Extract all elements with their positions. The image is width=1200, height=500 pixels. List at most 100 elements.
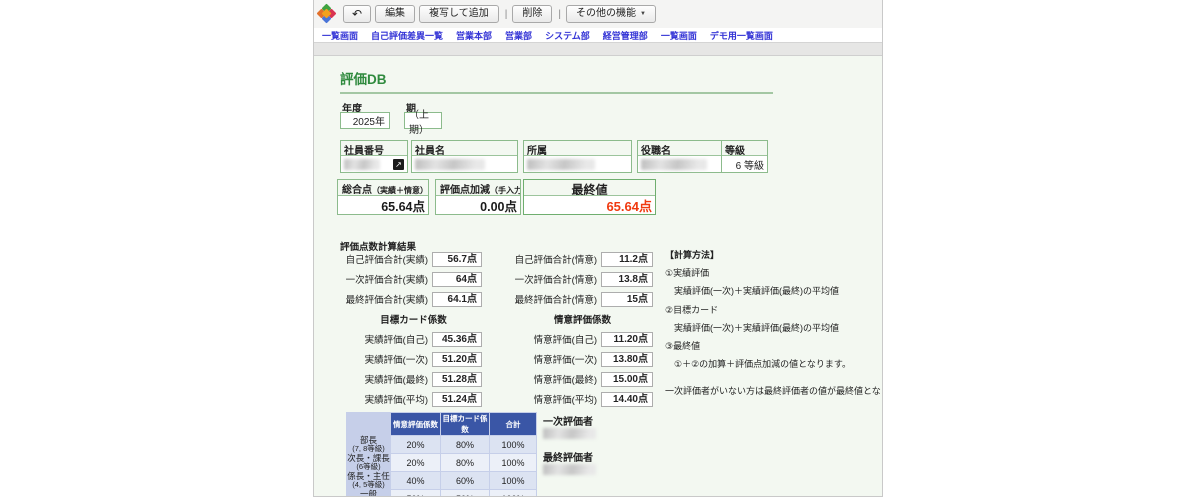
- col-header-total: 合計: [490, 413, 536, 435]
- final-value-label: 最終値: [571, 183, 608, 195]
- adjustment-value: 0.00点: [436, 195, 520, 214]
- calc-label: 情意評価(一次): [533, 355, 597, 366]
- calc-method-line: 実績評価(一次)＋実績評価(最終)の平均値: [665, 322, 839, 333]
- table-cell: 80%: [441, 454, 489, 471]
- employee-number-label: 社員番号: [344, 146, 384, 155]
- row-sublabel: (6等級): [356, 462, 381, 471]
- app-window: ↶ 編集 複写して追加 | 削除 | その他の機能 ▼ 一覧画面 自己評価差異一…: [313, 0, 883, 497]
- table-cell: 100%: [490, 454, 536, 471]
- row-sublabel: (4, 5等級): [352, 480, 385, 489]
- nav-link-admin-dept[interactable]: 経営管理部: [603, 29, 648, 42]
- attitude-coefficient-subheading: 情意評価係数: [553, 315, 611, 326]
- table-cell: 80%: [441, 436, 489, 453]
- calc-value-box: 64.1点: [432, 291, 482, 307]
- edit-button[interactable]: 編集: [375, 5, 416, 23]
- total-score-field: 総合点（実績＋情意） 65.64点: [337, 179, 429, 215]
- calc-label: 一次評価合計(情意): [514, 275, 597, 286]
- calc-value-box: 45.36点: [432, 331, 482, 347]
- toolbar-separator: |: [504, 8, 508, 20]
- more-functions-label: その他の機能: [575, 8, 636, 19]
- chevron-down-icon: ▼: [639, 11, 646, 17]
- grade-label: 等級: [725, 146, 745, 155]
- calc-label: 最終評価合計(情意): [514, 295, 597, 306]
- row-label: 一般: [359, 489, 377, 497]
- page-background: ↶ 編集 複写して追加 | 削除 | その他の機能 ▼ 一覧画面 自己評価差異一…: [0, 0, 1200, 500]
- app-logo-icon: [316, 3, 337, 24]
- calc-value-box: 13.80点: [601, 351, 653, 367]
- calc-results-grid: 自己評価合計(実績) 56.7点 自己評価合計(情意) 11.2点 一次評価合計…: [345, 251, 653, 407]
- table-cell: 100%: [490, 472, 536, 489]
- calc-method-line: ②目標カード: [665, 304, 719, 315]
- back-button[interactable]: ↶: [343, 5, 372, 23]
- table-row: 一般(1, 2, 3等級) 50% 50% 100%: [347, 490, 536, 496]
- department-field: 所属: [523, 140, 632, 173]
- nav-link-system-dept[interactable]: システム部: [545, 29, 590, 42]
- calc-label: 情意評価(自己): [533, 335, 597, 346]
- calc-value-box: 11.2点: [601, 251, 653, 267]
- table-corner-cell: [347, 413, 390, 435]
- calc-label: 実績評価(一次): [364, 355, 428, 366]
- open-record-link-icon[interactable]: ↗: [393, 158, 404, 170]
- masked-primary-evaluator: [543, 428, 596, 439]
- calc-value-box: 51.20点: [432, 351, 482, 367]
- total-score-label: 総合点: [342, 185, 372, 195]
- table-cell: 100%: [490, 436, 536, 453]
- calc-label: 自己評価合計(実績): [345, 255, 428, 266]
- collapsed-header-bar: [314, 42, 882, 56]
- nav-link-list[interactable]: 一覧画面: [322, 29, 358, 42]
- table-cell: 60%: [441, 472, 489, 489]
- total-score-sublabel: （実績＋情意）: [372, 186, 428, 195]
- table-cell: 20%: [391, 436, 440, 453]
- calc-method-line: ①実績評価: [665, 268, 710, 279]
- nav-link-list-2[interactable]: 一覧画面: [661, 29, 697, 42]
- row-sublabel: (7, 8等級): [352, 444, 385, 453]
- adjustment-label: 評価点加減: [440, 185, 490, 195]
- calc-method-note: 【計算方法】 ①実績評価 実績評価(一次)＋実績評価(最終)の平均値 ②目標カー…: [665, 246, 882, 401]
- calc-value-box: 15.00点: [601, 371, 653, 387]
- col-header-attitude-coef: 情意評価係数: [391, 413, 440, 435]
- final-value: 65.64点: [524, 195, 655, 214]
- nav-link-sales-dept[interactable]: 営業部: [505, 29, 532, 42]
- grade-value: 6 等級: [722, 155, 767, 172]
- table-row: 次長・課長 (6等級) 20% 80% 100%: [347, 454, 536, 471]
- table-cell: 100%: [490, 490, 536, 496]
- table-cell: 50%: [441, 490, 489, 496]
- masked-employee-number: [344, 158, 380, 170]
- calc-method-footnote: 一次評価者がいない方は最終評価者の値が最終値となります。: [665, 386, 882, 397]
- table-row: 部長 (7, 8等級) 20% 80% 100%: [347, 436, 536, 453]
- more-functions-button[interactable]: その他の機能 ▼: [565, 5, 656, 23]
- term-field: （上期）: [404, 110, 442, 136]
- calc-label: 最終評価合計(実績): [345, 295, 428, 306]
- employee-number-field: 社員番号 ↗: [340, 140, 408, 173]
- calc-value-box: 14.40点: [601, 391, 653, 407]
- grade-field: 等級 6 等級: [721, 140, 768, 173]
- calc-label: 実績評価(自己): [364, 335, 428, 346]
- calc-value-box: 51.24点: [432, 391, 482, 407]
- year-field: 2025年: [340, 112, 390, 129]
- adjustment-sublabel: （手入力）: [490, 186, 520, 195]
- delete-button[interactable]: 削除: [512, 5, 553, 23]
- employee-name-field: 社員名: [411, 140, 518, 173]
- copy-add-button[interactable]: 複写して追加: [419, 5, 499, 23]
- masked-final-evaluator: [543, 464, 596, 475]
- department-label: 所属: [527, 146, 547, 155]
- nav-link-self-diff-list[interactable]: 自己評価差異一覧: [371, 29, 443, 42]
- table-cell: 40%: [391, 472, 440, 489]
- final-value-field: 最終値 65.64点: [523, 179, 656, 215]
- table-row: 係長・主任 (4, 5等級) 40% 60% 100%: [347, 472, 536, 489]
- calc-value-box: 11.20点: [601, 331, 653, 347]
- primary-evaluator-label: 一次評価者: [543, 417, 593, 428]
- goal-card-coefficient-subheading: 目標カード係数: [380, 315, 447, 326]
- coefficient-table: 情意評価係数 目標カード係数 合計 部長 (7, 8等級) 20% 80% 100…: [346, 412, 537, 496]
- nav-link-demo-list[interactable]: デモ用一覧画面: [710, 29, 773, 42]
- calc-label: 自己評価合計(情意): [514, 255, 597, 266]
- masked-department: [527, 158, 595, 170]
- calc-method-line: 実績評価(一次)＋実績評価(最終)の平均値: [665, 286, 839, 297]
- final-evaluator-label: 最終評価者: [543, 453, 593, 464]
- nav-link-sales-hq[interactable]: 営業本部: [456, 29, 492, 42]
- calc-label: 実績評価(最終): [364, 375, 428, 386]
- view-nav: 一覧画面 自己評価差異一覧 営業本部 営業部 システム部 経営管理部 一覧画面 …: [314, 28, 882, 42]
- calc-value-box: 56.7点: [432, 251, 482, 267]
- title-divider: [340, 92, 773, 94]
- table-cell: 50%: [391, 490, 440, 496]
